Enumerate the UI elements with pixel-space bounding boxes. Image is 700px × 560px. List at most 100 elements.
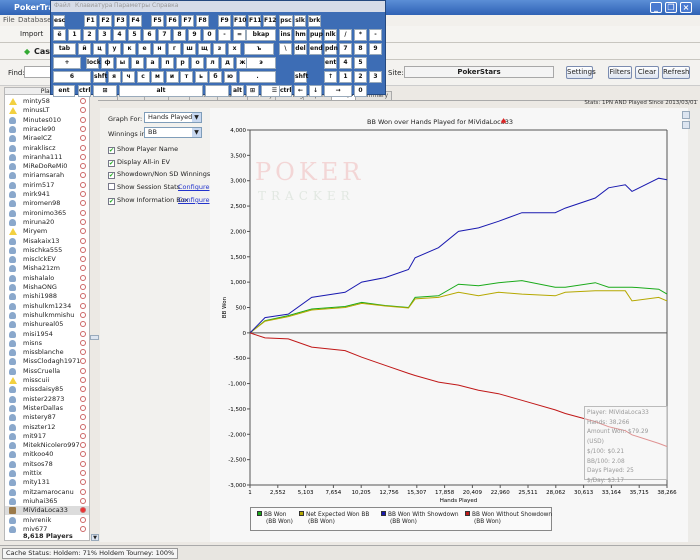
player-row[interactable]: minusLT bbox=[5, 106, 89, 115]
player-row[interactable]: MitekNicolero997 bbox=[5, 441, 89, 450]
player-note-icon[interactable] bbox=[80, 265, 86, 272]
player-row[interactable]: misns bbox=[5, 339, 89, 348]
key[interactable]: - bbox=[218, 29, 231, 41]
key[interactable]: 7 bbox=[339, 43, 352, 55]
key[interactable]: F5 bbox=[151, 15, 164, 27]
player-note-icon[interactable] bbox=[80, 451, 86, 458]
player-row[interactable]: mirakliscz bbox=[5, 144, 89, 153]
key[interactable]: ctrl bbox=[279, 85, 292, 97]
key[interactable]: 3 bbox=[369, 71, 382, 83]
key[interactable]: alt bbox=[231, 85, 244, 97]
player-note-icon[interactable] bbox=[80, 358, 86, 365]
key[interactable]: е bbox=[138, 43, 151, 55]
player-row[interactable]: Minutes010 bbox=[5, 116, 89, 125]
key[interactable]: ← bbox=[294, 85, 307, 97]
key[interactable]: F10 bbox=[233, 15, 246, 27]
key[interactable]: shft bbox=[93, 71, 107, 83]
key[interactable]: tab bbox=[53, 43, 76, 55]
key[interactable]: ё bbox=[53, 29, 66, 41]
key[interactable]: ь bbox=[194, 71, 208, 83]
key[interactable]: 8 bbox=[354, 43, 367, 55]
player-note-icon[interactable] bbox=[80, 125, 86, 132]
player-note-icon[interactable] bbox=[80, 386, 86, 393]
key[interactable]: F12 bbox=[263, 15, 276, 27]
key[interactable]: ⊞ bbox=[93, 85, 117, 97]
player-note-icon[interactable] bbox=[80, 153, 86, 160]
filters-button[interactable]: Filters bbox=[608, 66, 632, 79]
key[interactable]: б bbox=[209, 71, 222, 83]
player-note-icon[interactable] bbox=[80, 460, 86, 467]
key[interactable]: lock bbox=[86, 57, 101, 69]
player-row[interactable]: mischka555 bbox=[5, 246, 89, 255]
player-row[interactable]: mishulkm1234 bbox=[5, 302, 89, 311]
key[interactable]: ц bbox=[93, 43, 106, 55]
keyboard-menu-item[interactable]: Справка bbox=[152, 2, 178, 9]
player-note-icon[interactable] bbox=[80, 98, 86, 104]
player-note-icon[interactable] bbox=[80, 218, 86, 225]
player-row[interactable]: MishaONG bbox=[5, 283, 89, 292]
player-note-icon[interactable] bbox=[80, 423, 86, 430]
key[interactable]: 4 bbox=[339, 57, 352, 69]
player-row[interactable]: misscuii bbox=[5, 376, 89, 385]
keyboard-menu-item[interactable]: Клавиатура bbox=[75, 2, 112, 9]
key[interactable]: 1 bbox=[68, 29, 81, 41]
player-row[interactable]: miracle90 bbox=[5, 125, 89, 134]
key[interactable]: shft bbox=[294, 71, 308, 83]
player-row[interactable]: miszter12 bbox=[5, 423, 89, 432]
configure-link[interactable]: Configure bbox=[178, 196, 210, 204]
player-row[interactable]: Miryem bbox=[5, 227, 89, 236]
player-note-icon[interactable] bbox=[80, 367, 86, 374]
key[interactable]: end bbox=[309, 43, 323, 55]
player-row[interactable]: mishulkmmishu bbox=[5, 311, 89, 320]
player-row[interactable]: mity131 bbox=[5, 478, 89, 487]
key[interactable]: и bbox=[165, 71, 179, 83]
player-note-icon[interactable] bbox=[80, 339, 86, 346]
player-note-icon[interactable] bbox=[80, 200, 86, 207]
player-list[interactable]: Play minty58 minusLT Minutes010 miracle90 Mi… bbox=[4, 87, 90, 541]
player-row[interactable]: mishi1988 bbox=[5, 292, 89, 301]
key[interactable]: ↓ bbox=[309, 85, 322, 97]
checkbox[interactable]: ✔ bbox=[108, 147, 115, 154]
key[interactable]: 5 bbox=[354, 57, 367, 69]
key[interactable]: = bbox=[233, 29, 246, 41]
clear-button[interactable]: Clear bbox=[635, 66, 659, 79]
key[interactable]: ф bbox=[101, 57, 114, 69]
key[interactable]: ю bbox=[223, 71, 237, 83]
key[interactable]: alt bbox=[119, 85, 203, 97]
key[interactable]: ins bbox=[279, 29, 292, 41]
option-checkbox-row[interactable]: ✔ Show Player Name bbox=[108, 145, 178, 154]
player-row[interactable]: miriamsarah bbox=[5, 171, 89, 180]
splitter-handle[interactable] bbox=[90, 335, 99, 340]
refresh-button[interactable]: Refresh bbox=[662, 66, 690, 79]
key[interactable]: ч bbox=[122, 71, 135, 83]
key[interactable]: ctrl bbox=[78, 85, 91, 97]
key[interactable]: pup bbox=[309, 29, 323, 41]
key[interactable]: о bbox=[191, 57, 204, 69]
player-row[interactable]: MissClodagh1971 bbox=[5, 357, 89, 366]
player-note-icon[interactable] bbox=[80, 144, 86, 151]
player-row[interactable]: mirim517 bbox=[5, 181, 89, 190]
key[interactable]: nlk bbox=[324, 29, 337, 41]
keyboard-menu-item[interactable]: Параметры bbox=[114, 2, 150, 9]
player-note-icon[interactable] bbox=[80, 311, 86, 318]
key[interactable]: 3 bbox=[98, 29, 111, 41]
key[interactable]: + bbox=[53, 57, 81, 69]
player-note-icon[interactable] bbox=[80, 135, 86, 142]
key[interactable]: 6 bbox=[143, 29, 156, 41]
player-row[interactable]: MiraelCZ bbox=[5, 134, 89, 143]
key[interactable]: hm bbox=[294, 29, 307, 41]
import-tab[interactable]: Import bbox=[20, 30, 43, 38]
player-row[interactable]: mishalalo bbox=[5, 274, 89, 283]
key[interactable]: х bbox=[228, 43, 241, 55]
key[interactable]: 4 bbox=[113, 29, 126, 41]
key[interactable]: F9 bbox=[218, 15, 231, 27]
key[interactable]: с bbox=[136, 71, 150, 83]
checkbox[interactable]: ✔ bbox=[108, 172, 115, 180]
key[interactable]: . bbox=[239, 71, 276, 83]
player-note-icon[interactable] bbox=[80, 237, 86, 244]
key[interactable]: 5 bbox=[128, 29, 141, 41]
player-note-icon[interactable] bbox=[80, 246, 86, 253]
player-note-icon[interactable] bbox=[80, 488, 86, 495]
player-row[interactable]: misclckEV bbox=[5, 255, 89, 264]
player-note-icon[interactable] bbox=[80, 107, 86, 114]
